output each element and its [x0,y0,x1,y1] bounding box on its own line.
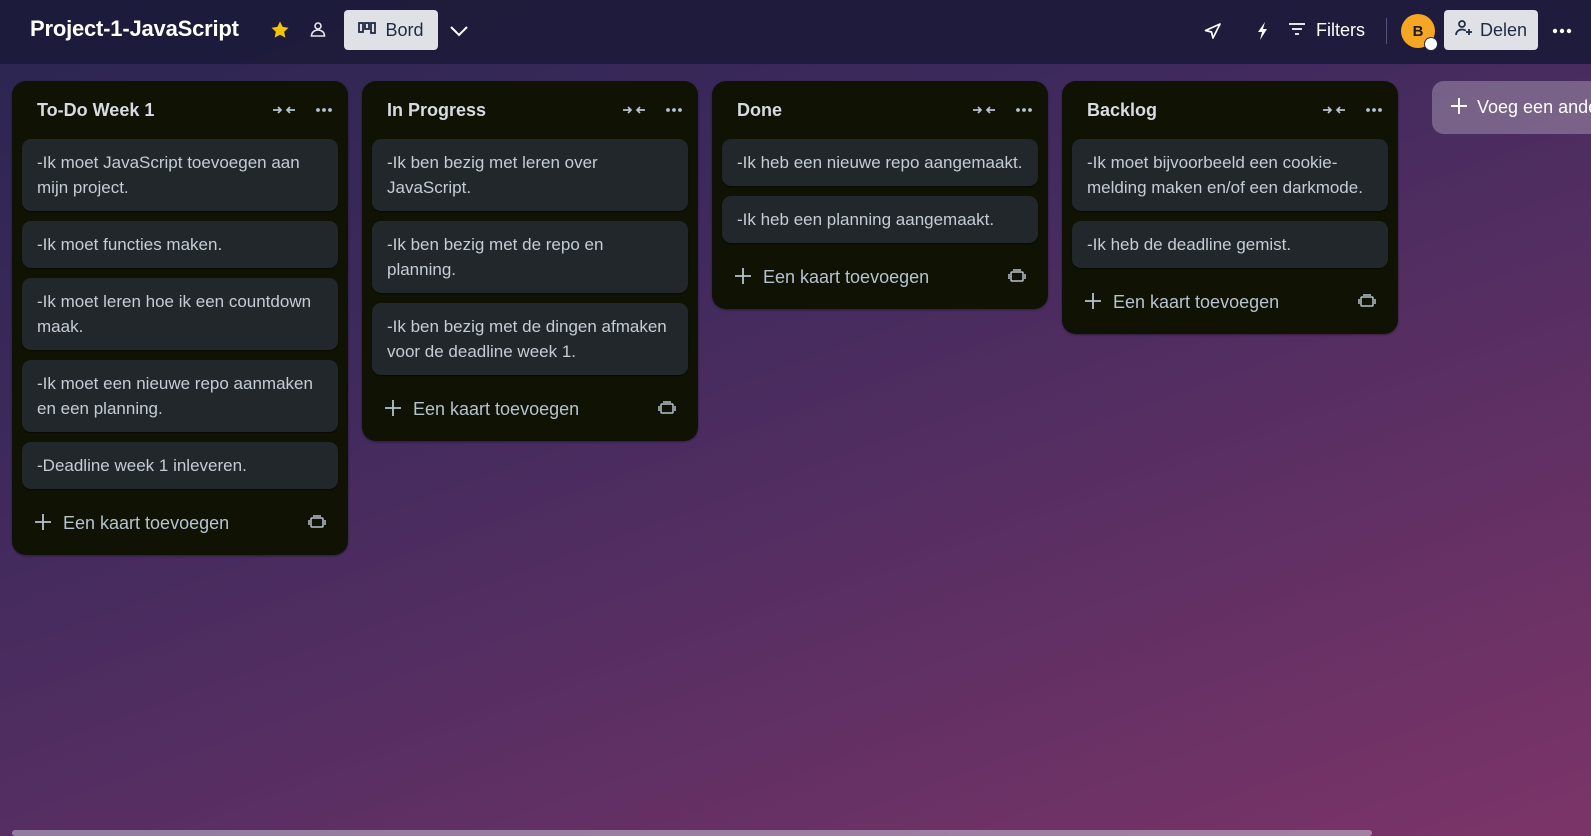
board-view-label: Bord [385,19,424,40]
list-to-do-week-1: To-Do Week 1 -Ik moet JavaScript toevoeg… [12,81,348,555]
card[interactable]: -Ik ben bezig met de repo en planning. [372,221,688,293]
add-list-button[interactable]: Voeg een ande [1432,81,1591,134]
team-visibility-icon[interactable] [306,18,330,42]
add-card-button[interactable]: Een kaart toevoegen [1072,278,1388,324]
list-done: Done -Ik heb een nieuwe repo aangemaakt.… [712,81,1048,309]
plus-icon [383,398,403,418]
collapse-list-icon[interactable] [270,99,298,121]
plus-icon [1083,291,1103,311]
add-card-button[interactable]: Een kaart toevoegen [722,253,1038,299]
card[interactable]: -Ik heb de deadline gemist. [1072,221,1388,268]
add-member-icon [1455,19,1473,42]
add-card-label: Een kaart toevoegen [63,513,230,533]
automation-lightning-icon[interactable] [1250,18,1276,44]
list-header: Done [722,81,1038,139]
add-card-button[interactable]: Een kaart toevoegen [22,499,338,545]
card[interactable]: -Ik moet JavaScript toevoegen aan mijn p… [22,139,338,211]
add-card-label: Een kaart toevoegen [413,399,580,419]
card[interactable]: -Ik moet een nieuwe repo aanmaken en een… [22,360,338,432]
list-header: Backlog [1072,81,1388,139]
card[interactable]: -Ik heb een planning aangemaakt. [722,196,1038,243]
list-menu-icon[interactable] [310,99,338,121]
list-header: To-Do Week 1 [22,81,338,139]
collapse-list-icon[interactable] [1320,99,1348,121]
add-list-label: Voeg een ande [1477,97,1591,117]
list-title[interactable]: Backlog [1087,100,1157,121]
board-menu-icon[interactable] [1548,18,1576,44]
plus-icon [733,266,753,286]
card[interactable]: -Deadline week 1 inleveren. [22,442,338,489]
card[interactable]: -Ik heb een nieuwe repo aangemaakt. [722,139,1038,186]
list-in-progress: In Progress -Ik ben bezig met leren over… [362,81,698,441]
card[interactable]: -Ik ben bezig met leren over JavaScript. [372,139,688,211]
avatar[interactable]: B [1401,14,1438,51]
list-menu-icon[interactable] [1010,99,1038,121]
card[interactable]: -Ik ben bezig met de dingen afmaken voor… [372,303,688,375]
card-template-icon[interactable] [307,512,327,532]
card[interactable]: -Ik moet functies maken. [22,221,338,268]
list-header: In Progress [372,81,688,139]
avatar-initial: B [1412,22,1424,40]
card-template-icon[interactable] [1357,291,1377,311]
card[interactable]: -Ik moet bijvoorbeeld een cookie-melding… [1072,139,1388,211]
share-button[interactable]: Delen [1444,10,1538,50]
card-template-icon[interactable] [1007,266,1027,286]
filter-icon [1288,20,1306,41]
power-ups-icon[interactable] [1200,18,1226,44]
collapse-list-icon[interactable] [620,99,648,121]
share-label: Delen [1479,19,1528,40]
board-view-icon [358,20,377,41]
filters-label: Filters [1316,19,1365,40]
filters-button[interactable]: Filters [1288,12,1365,48]
card-template-icon[interactable] [657,398,677,418]
board-title[interactable]: Project-1-JavaScript [30,16,239,42]
list-title[interactable]: To-Do Week 1 [37,100,154,121]
star-icon[interactable] [268,18,292,42]
board-view-button[interactable]: Bord [344,10,438,50]
plus-icon [1449,96,1469,116]
list-menu-icon[interactable] [660,99,688,121]
add-card-button[interactable]: Een kaart toevoegen [372,385,688,431]
horizontal-scrollbar[interactable] [12,830,1372,836]
board-header: Project-1-JavaScript Bord Filters B Dele… [0,0,1591,64]
collapse-list-icon[interactable] [970,99,998,121]
header-divider [1386,18,1387,44]
chevron-down-icon[interactable] [446,18,472,44]
list-title[interactable]: In Progress [387,100,486,121]
add-card-label: Een kaart toevoegen [763,267,930,287]
list-backlog: Backlog -Ik moet bijvoorbeeld een cookie… [1062,81,1398,334]
plus-icon [33,512,53,532]
add-card-label: Een kaart toevoegen [1113,292,1280,312]
list-title[interactable]: Done [737,100,782,121]
list-menu-icon[interactable] [1360,99,1388,121]
card[interactable]: -Ik moet leren hoe ik een countdown maak… [22,278,338,350]
admin-badge-icon [1424,37,1438,51]
